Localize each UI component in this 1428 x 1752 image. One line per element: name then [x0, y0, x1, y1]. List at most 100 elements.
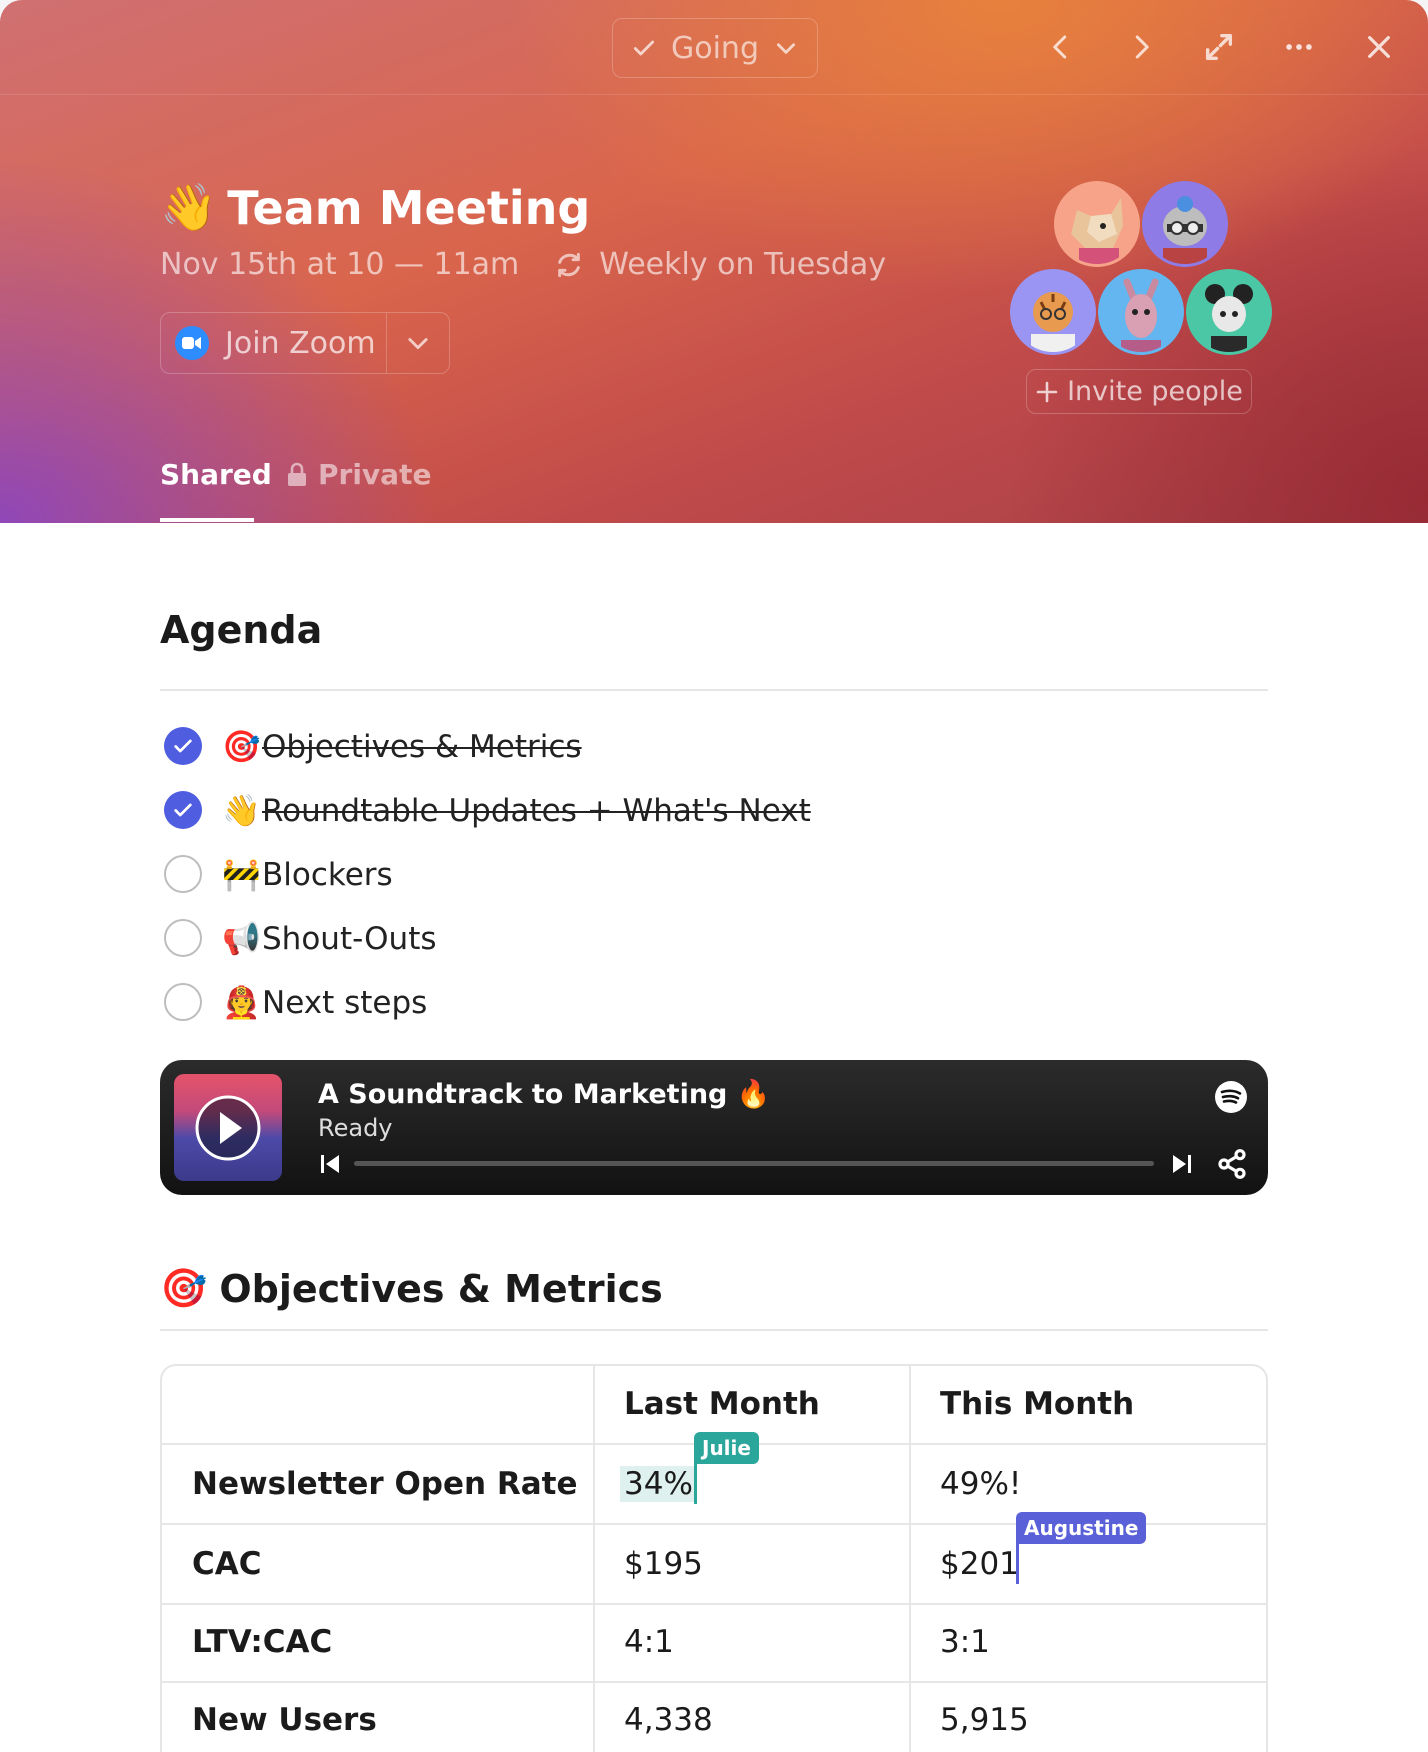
expand-icon — [1205, 33, 1233, 61]
rsvp-label: Going — [671, 30, 759, 66]
chevron-left-icon — [1053, 35, 1067, 59]
table-cell[interactable]: 34% — [620, 1466, 697, 1502]
table-cell[interactable]: 4:1 — [624, 1624, 674, 1660]
agenda-item: 🧑‍🚒Next steps — [164, 982, 427, 1022]
checkbox-checked[interactable] — [164, 727, 202, 765]
plus-icon — [1036, 381, 1058, 402]
column-header[interactable]: This Month — [940, 1386, 1134, 1422]
event-title: 👋 Team Meeting — [160, 180, 590, 235]
zoom-control: Join Zoom — [160, 312, 450, 374]
next-track-icon[interactable] — [1170, 1152, 1194, 1176]
fox-avatar[interactable] — [1054, 181, 1140, 267]
event-time: Nov 15th at 10 — 11am — [160, 247, 520, 282]
agenda-item-label: Objectives & Metrics — [262, 728, 582, 765]
repeat-icon — [558, 252, 581, 277]
table-cell[interactable]: $201 — [940, 1546, 1019, 1582]
agenda-item-text[interactable]: 🧑‍🚒Next steps — [222, 984, 427, 1021]
table-cell[interactable]: 3:1 — [940, 1624, 990, 1660]
metrics-divider — [160, 1329, 1268, 1331]
donkey-avatar[interactable] — [1098, 269, 1184, 355]
ladder-emoji: 🧑‍🚒 — [222, 984, 261, 1021]
metrics-heading-text: Objectives & Metrics — [219, 1266, 663, 1311]
check-icon — [633, 40, 655, 56]
collaborator-tag-julie: Julie — [694, 1432, 759, 1464]
join-zoom-button[interactable]: Join Zoom — [161, 313, 387, 373]
event-header: Going 👋 Team Meeting Nov 15th at 10 — 11… — [0, 0, 1428, 523]
close-button[interactable] — [1356, 24, 1402, 70]
collaborator-cursor — [694, 1462, 697, 1504]
checkbox-unchecked[interactable] — [164, 983, 202, 1021]
zoom-icon — [175, 326, 209, 360]
tab-shared-label: Shared — [160, 458, 272, 491]
megaphone-emoji: 📢 — [222, 920, 261, 957]
spotify-icon[interactable] — [1214, 1080, 1248, 1114]
album-cover[interactable] — [174, 1074, 282, 1181]
metrics-heading: 🎯 Objectives & Metrics — [160, 1266, 663, 1311]
recurrence[interactable]: Weekly on Tuesday — [553, 247, 886, 282]
agenda-heading-text: Agenda — [160, 608, 323, 652]
next-button[interactable] — [1118, 24, 1164, 70]
agenda-item-text[interactable]: 🚧Blockers — [222, 856, 393, 893]
tab-private-label: Private — [318, 458, 432, 491]
agenda-item-text[interactable]: 👋Roundtable Updates + What's Next — [222, 792, 811, 829]
active-tab-indicator — [160, 518, 254, 522]
check-icon — [174, 803, 192, 817]
recurrence-text: Weekly on Tuesday — [599, 247, 887, 282]
spotify-player: A Soundtrack to Marketing 🔥 Ready — [160, 1060, 1268, 1195]
invite-people-label: Invite people — [1067, 376, 1243, 407]
event-title-text: Team Meeting — [227, 180, 591, 235]
track-title: A Soundtrack to Marketing 🔥 — [318, 1079, 771, 1110]
progress-track[interactable] — [354, 1161, 1154, 1166]
construction-emoji: 🚧 — [222, 856, 261, 893]
event-panel: Going 👋 Team Meeting Nov 15th at 10 — 11… — [0, 0, 1428, 1752]
agenda-item-text[interactable]: 🎯Objectives & Metrics — [222, 728, 582, 765]
event-subtitle: Nov 15th at 10 — 11am Weekly on Tuesday — [160, 247, 886, 282]
chevron-down-icon — [408, 338, 428, 350]
more-button[interactable] — [1276, 24, 1322, 70]
table-cell[interactable]: $195 — [624, 1546, 703, 1582]
previous-track-icon[interactable] — [318, 1152, 342, 1176]
target-emoji: 🎯 — [160, 1266, 208, 1310]
column-divider — [909, 1366, 911, 1752]
checkbox-unchecked[interactable] — [164, 855, 202, 893]
invite-people-button[interactable]: Invite people — [1026, 369, 1252, 414]
check-icon — [174, 739, 192, 753]
more-icon — [1286, 44, 1312, 50]
agenda-item-label: Roundtable Updates + What's Next — [262, 792, 811, 829]
previous-button[interactable] — [1038, 24, 1084, 70]
mouse-avatar[interactable] — [1186, 269, 1272, 355]
rsvp-button[interactable]: Going — [612, 18, 818, 78]
table-cell[interactable]: 5,915 — [940, 1702, 1029, 1738]
tiger-avatar[interactable] — [1010, 269, 1096, 355]
row-label[interactable]: CAC — [192, 1546, 262, 1582]
agenda-item: 👋Roundtable Updates + What's Next — [164, 790, 811, 830]
top-bar: Going — [0, 0, 1428, 95]
table-cell[interactable]: 49%! — [940, 1466, 1021, 1502]
agenda-divider — [160, 689, 1268, 691]
expand-button[interactable] — [1196, 24, 1242, 70]
tab-shared[interactable]: Shared — [160, 458, 272, 491]
column-divider — [593, 1366, 595, 1752]
checkbox-unchecked[interactable] — [164, 919, 202, 957]
agenda-item-label: Next steps — [262, 984, 428, 1021]
row-label[interactable]: Newsletter Open Rate — [192, 1466, 578, 1502]
collaborator-tag-augustine: Augustine — [1016, 1512, 1147, 1544]
close-icon — [1368, 36, 1390, 58]
raccoon-avatar[interactable] — [1142, 181, 1228, 267]
agenda-item: 🚧Blockers — [164, 854, 393, 894]
share-icon[interactable] — [1216, 1148, 1248, 1180]
zoom-options-button[interactable] — [387, 329, 449, 357]
row-divider — [162, 1603, 1266, 1605]
checkbox-checked[interactable] — [164, 791, 202, 829]
metrics-table: Last Month This Month Newsletter Open Ra… — [160, 1364, 1268, 1752]
row-label[interactable]: New Users — [192, 1702, 377, 1738]
table-cell[interactable]: 4,338 — [624, 1702, 713, 1738]
join-zoom-label: Join Zoom — [225, 325, 376, 361]
agenda-item-label: Shout-Outs — [262, 920, 437, 957]
row-label[interactable]: LTV:CAC — [192, 1624, 332, 1660]
column-header[interactable]: Last Month — [624, 1386, 820, 1422]
collaborator-cursor — [1016, 1542, 1019, 1584]
wave-emoji: 👋 — [160, 180, 218, 234]
agenda-item-text[interactable]: 📢Shout-Outs — [222, 920, 437, 957]
tab-private[interactable]: Private — [286, 458, 431, 491]
